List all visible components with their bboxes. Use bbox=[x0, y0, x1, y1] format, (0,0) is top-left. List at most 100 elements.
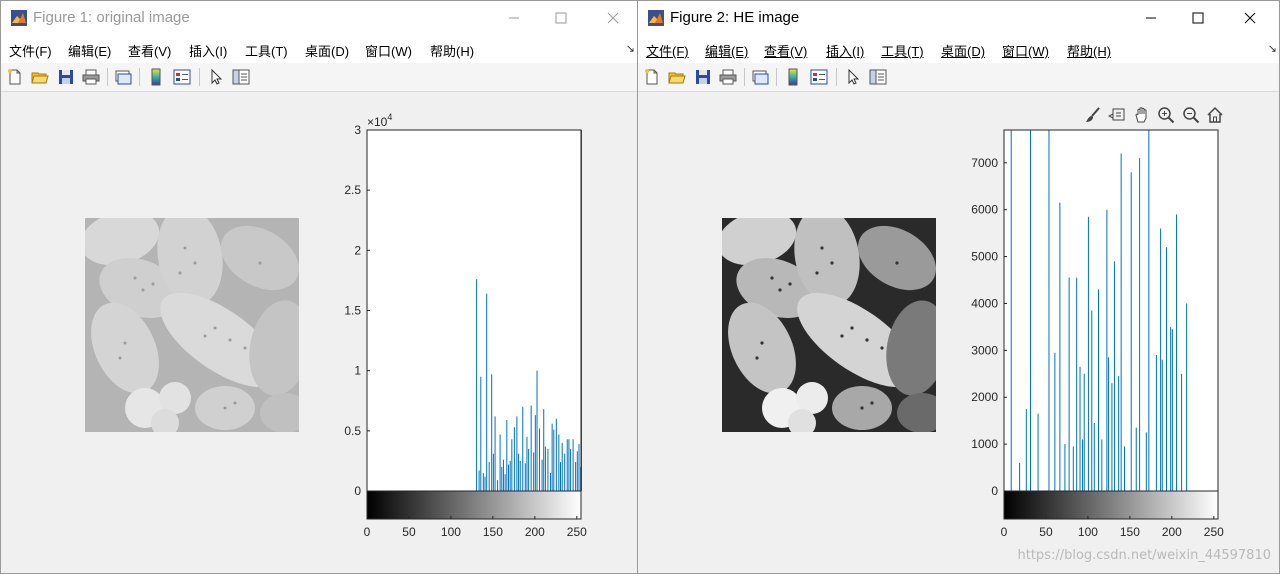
menu-overflow-icon[interactable]: ↘ bbox=[1268, 42, 1277, 55]
y-exponent-label: ×104 bbox=[367, 112, 392, 129]
close-icon bbox=[1244, 12, 1256, 24]
y-tick-label: 2000 bbox=[971, 390, 998, 404]
link-plot-icon bbox=[115, 70, 132, 85]
toolbar bbox=[1, 63, 637, 92]
maximize-button[interactable] bbox=[1175, 1, 1221, 35]
y-tick-label: 0 bbox=[354, 484, 361, 498]
menu-desktop[interactable]: 桌面(D) bbox=[941, 41, 985, 60]
save-button[interactable] bbox=[694, 68, 712, 86]
colorbar bbox=[1003, 490, 1219, 520]
print-button[interactable] bbox=[719, 68, 737, 86]
title-bar[interactable]: Figure 2: HE image bbox=[638, 1, 1279, 35]
property-inspector-button[interactable] bbox=[869, 68, 887, 86]
y-tick-label: 5000 bbox=[971, 250, 998, 264]
x-tick-label: 50 bbox=[1039, 525, 1053, 539]
open-file-button[interactable] bbox=[31, 68, 49, 86]
y-tick-label: 0 bbox=[991, 484, 998, 498]
toolbar bbox=[638, 63, 1279, 92]
link-plot-icon bbox=[752, 70, 769, 85]
x-tick-label: 150 bbox=[1120, 525, 1140, 539]
menu-file[interactable]: 文件(F) bbox=[646, 41, 689, 60]
minimize-icon bbox=[509, 17, 519, 19]
matlab-app-icon bbox=[648, 10, 664, 26]
menu-view[interactable]: 查看(V) bbox=[128, 41, 171, 60]
menu-overflow-icon[interactable]: ↘ bbox=[626, 42, 635, 55]
figure-window-1: Figure 1: original image 文件(F) 编辑(E) 查看(… bbox=[0, 0, 638, 574]
minimize-button[interactable] bbox=[491, 1, 537, 35]
x-tick-label: 200 bbox=[525, 525, 545, 539]
y-tick-label: 7000 bbox=[971, 156, 998, 170]
new-file-icon bbox=[8, 69, 21, 85]
menu-edit[interactable]: 编辑(E) bbox=[705, 41, 748, 60]
y-tick-label: 2 bbox=[354, 243, 361, 257]
new-figure-button[interactable] bbox=[6, 68, 24, 86]
print-button[interactable] bbox=[82, 68, 100, 86]
x-tick-label: 0 bbox=[364, 525, 371, 539]
menu-window[interactable]: 窗口(W) bbox=[1002, 41, 1049, 60]
link-plot-button[interactable] bbox=[751, 68, 769, 86]
title-bar[interactable]: Figure 1: original image bbox=[1, 1, 637, 35]
y-tick-label: 1000 bbox=[971, 437, 998, 451]
toolbar-separator bbox=[107, 68, 108, 86]
close-button[interactable] bbox=[1227, 1, 1273, 35]
menu-tools[interactable]: 工具(T) bbox=[245, 41, 288, 60]
histogram-plot-1: 0 0.5 1 1.5 2 2.5 3 ×104 0 50 100 150 200 250 bbox=[344, 112, 587, 539]
y-tick-label: 6000 bbox=[971, 203, 998, 217]
insert-legend-button[interactable] bbox=[810, 68, 828, 86]
toolbar-separator bbox=[139, 68, 140, 86]
y-tick-label: 3 bbox=[354, 123, 361, 137]
y-tick-label: 4000 bbox=[971, 296, 998, 310]
open-folder-icon bbox=[31, 72, 49, 84]
colorbar-icon bbox=[151, 68, 161, 86]
menu-tools[interactable]: 工具(T) bbox=[881, 41, 924, 60]
open-file-button[interactable] bbox=[668, 68, 686, 86]
toolbar-separator bbox=[744, 68, 745, 86]
menu-file[interactable]: 文件(F) bbox=[9, 41, 52, 60]
property-inspector-button[interactable] bbox=[232, 68, 250, 86]
menu-help[interactable]: 帮助(H) bbox=[1067, 41, 1111, 60]
maximize-button[interactable] bbox=[538, 1, 584, 35]
insert-colorbar-button[interactable] bbox=[784, 68, 802, 86]
property-panel-icon bbox=[869, 69, 887, 85]
figure-canvas: 0 1000 2000 3000 4000 5000 6000 7000 0 50 100 150 2… bbox=[638, 92, 1279, 573]
menu-insert[interactable]: 插入(I) bbox=[189, 41, 227, 60]
colorbar-icon bbox=[788, 68, 798, 86]
close-button[interactable] bbox=[590, 1, 636, 35]
x-tick-label: 0 bbox=[1001, 525, 1008, 539]
menu-desktop[interactable]: 桌面(D) bbox=[305, 41, 349, 60]
axes-background bbox=[1004, 130, 1218, 491]
y-tick-label: 0.5 bbox=[344, 424, 361, 438]
figure-canvas: 0 0.5 1 1.5 2 2.5 3 ×104 0 50 100 150 200 250 bbox=[1, 92, 637, 573]
menu-window[interactable]: 窗口(W) bbox=[365, 41, 412, 60]
insert-colorbar-button[interactable] bbox=[147, 68, 165, 86]
menu-insert[interactable]: 插入(I) bbox=[826, 41, 864, 60]
insert-legend-button[interactable] bbox=[173, 68, 191, 86]
minimize-button[interactable] bbox=[1128, 1, 1174, 35]
edit-plot-button[interactable] bbox=[207, 68, 225, 86]
x-tick-label: 100 bbox=[441, 525, 461, 539]
property-panel-icon bbox=[232, 69, 250, 85]
figure-window-2: Figure 2: HE image 文件(F) 编辑(E) 查看(V) 插入(… bbox=[637, 0, 1280, 574]
x-tick-label: 50 bbox=[402, 525, 416, 539]
x-tick-label: 100 bbox=[1078, 525, 1098, 539]
save-button[interactable] bbox=[57, 68, 75, 86]
menu-view[interactable]: 查看(V) bbox=[764, 41, 807, 60]
y-tick-label: 2.5 bbox=[344, 183, 361, 197]
edit-plot-button[interactable] bbox=[844, 68, 862, 86]
menu-bar: 文件(F) 编辑(E) 查看(V) 插入(I) 工具(T) 桌面(D) 窗口(W… bbox=[638, 35, 1279, 63]
new-file-icon bbox=[645, 69, 658, 85]
new-figure-button[interactable] bbox=[643, 68, 661, 86]
print-icon bbox=[82, 69, 100, 85]
x-tick-label: 250 bbox=[567, 525, 587, 539]
cursor-arrow-icon bbox=[211, 68, 223, 85]
link-plot-button[interactable] bbox=[114, 68, 132, 86]
colorbar bbox=[366, 490, 582, 520]
menu-help[interactable]: 帮助(H) bbox=[430, 41, 474, 60]
y-tick-label: 1.5 bbox=[344, 304, 361, 318]
open-folder-icon bbox=[668, 72, 686, 84]
toolbar-separator bbox=[836, 68, 837, 86]
menu-edit[interactable]: 编辑(E) bbox=[68, 41, 111, 60]
maximize-icon bbox=[555, 12, 567, 24]
close-icon bbox=[607, 12, 619, 24]
minimize-icon bbox=[1146, 17, 1156, 19]
